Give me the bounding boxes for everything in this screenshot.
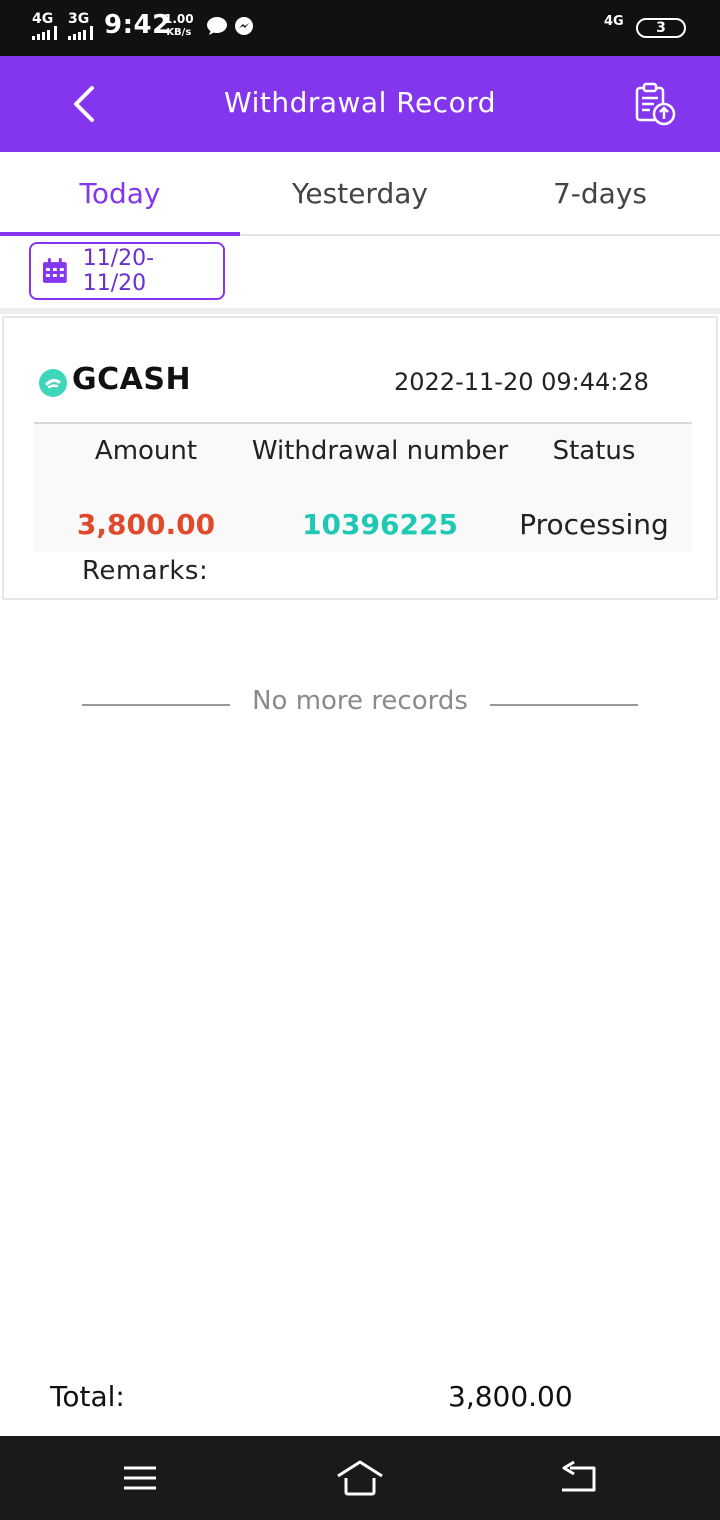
network-type-1: 4G xyxy=(32,11,54,27)
page-title: Withdrawal Record xyxy=(224,86,496,119)
total-label: Total: xyxy=(50,1380,125,1413)
speed-value: 1.00 xyxy=(164,12,194,26)
divider-line-right xyxy=(490,704,638,706)
total-row: Total: 3,800.00 xyxy=(0,1376,720,1426)
system-nav-bar xyxy=(0,1436,720,1520)
chat-bubble-icon xyxy=(207,17,227,35)
payment-method-name: GCASH xyxy=(72,362,192,397)
status-value: Processing xyxy=(519,508,669,541)
record-details-table: Amount Withdrawal number Status 3,800.00… xyxy=(34,422,692,552)
date-filter-tabs: Today Yesterday 7-days xyxy=(0,152,720,236)
record-datetime: 2022-11-20 09:44:28 xyxy=(394,368,649,396)
signal-bars-1-icon xyxy=(32,26,57,40)
back-icon[interactable] xyxy=(556,1458,604,1498)
total-value: 3,800.00 xyxy=(448,1380,573,1413)
battery-level: 3 xyxy=(656,20,666,36)
messenger-icon xyxy=(235,17,253,35)
amount-value: 3,800.00 xyxy=(76,508,216,541)
calendar-icon xyxy=(42,258,67,283)
app-header: Withdrawal Record xyxy=(0,56,720,152)
column-header-amount: Amount xyxy=(94,436,198,466)
network-type-right: 4G xyxy=(604,14,624,29)
no-more-records-text: No more records xyxy=(252,686,468,716)
speed-unit: KB/s xyxy=(166,27,192,38)
network-speed: 1.00 KB/s xyxy=(164,12,194,40)
column-header-status: Status xyxy=(552,436,636,466)
signal-bars-2-icon xyxy=(68,26,93,40)
clipboard-upload-icon[interactable] xyxy=(630,80,678,128)
end-of-list: No more records xyxy=(82,684,638,724)
section-divider xyxy=(0,308,720,314)
tab-yesterday[interactable]: Yesterday xyxy=(240,152,480,234)
tab-7-days[interactable]: 7-days xyxy=(480,152,720,234)
withdrawal-record-card[interactable]: GCASH 2022-11-20 09:44:28 Amount Withdra… xyxy=(2,316,718,600)
status-bar: 4G 3G 9:42 1.00 KB/s 4G 3 xyxy=(0,0,720,56)
date-range-label: 11/20- 11/20 xyxy=(82,246,155,296)
battery-icon: 3 xyxy=(636,18,686,38)
clock: 9:42 xyxy=(104,10,171,40)
tab-today[interactable]: Today xyxy=(0,152,240,236)
gcash-logo-icon xyxy=(39,369,67,397)
menu-icon[interactable] xyxy=(116,1458,164,1498)
withdrawal-number-value: 10396225 xyxy=(302,508,458,541)
remarks-label: Remarks: xyxy=(82,556,209,586)
home-icon[interactable] xyxy=(336,1458,384,1498)
date-range-button[interactable]: 11/20- 11/20 xyxy=(29,242,225,300)
network-type-2: 3G xyxy=(68,11,90,27)
column-header-withdrawal-number: Withdrawal number xyxy=(251,436,509,466)
